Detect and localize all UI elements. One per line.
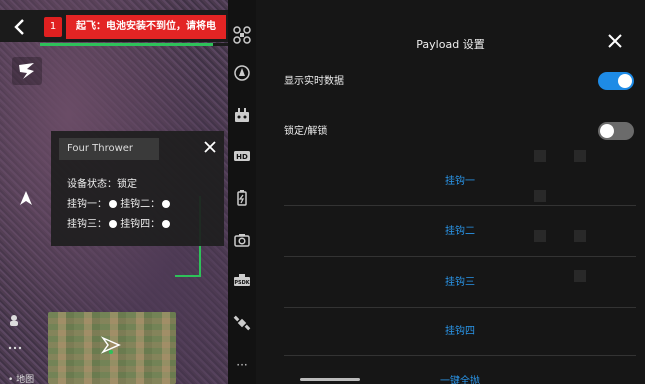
payload-title: Payload 设置 xyxy=(416,38,485,51)
lock-toggle[interactable] xyxy=(598,122,634,140)
show-realtime-label: 显示实时数据 xyxy=(284,76,344,87)
camera-icon[interactable] xyxy=(233,231,251,249)
hook2-button[interactable]: 挂钩二 xyxy=(284,212,636,252)
hook4-label: 挂钩四： xyxy=(120,219,161,230)
logo-icon xyxy=(12,57,42,85)
payload-icon[interactable] xyxy=(233,106,251,124)
toggle-knob xyxy=(600,124,614,138)
satellite-icon[interactable] xyxy=(233,314,251,332)
person-indicator xyxy=(8,314,22,344)
more-icon[interactable]: ··· xyxy=(233,356,251,374)
close-icon[interactable] xyxy=(606,32,624,50)
show-realtime-toggle[interactable] xyxy=(598,72,634,90)
warning-count-badge[interactable]: 1 xyxy=(44,17,62,37)
hook3-button[interactable]: 挂钩三 xyxy=(284,263,636,303)
drone-icon[interactable] xyxy=(233,26,251,44)
dots-icon xyxy=(8,346,22,350)
thrower-title: Four Thrower xyxy=(59,138,159,160)
guide-line xyxy=(175,275,201,277)
hook4-button[interactable]: 挂钩四 xyxy=(284,312,636,352)
person-icon xyxy=(10,315,18,326)
hook4-status-dot xyxy=(162,220,171,228)
payload-settings-panel: Payload 设置 显示实时数据 锁定/解锁 挂钩一 挂钩二 挂钩三 挂钩四 … xyxy=(256,0,645,384)
warning-progress-fill xyxy=(40,43,213,46)
hook-status-row: 挂钩三： 挂钩四： xyxy=(67,215,171,235)
device-status: 设备状态：锁定 xyxy=(67,179,137,190)
tool-strip: HD PSDK ··· xyxy=(228,0,256,384)
hook3-label: 挂钩三： xyxy=(67,219,107,230)
hook2-label: 挂钩二： xyxy=(120,199,161,210)
hook3-status-dot xyxy=(109,220,117,228)
divider xyxy=(284,205,636,206)
thrower-status: 设备状态：锁定 挂钩一： 挂钩二： 挂钩三： 挂钩四： xyxy=(67,175,171,235)
chevron-left-icon xyxy=(14,19,24,35)
hook-status-row: 挂钩一： 挂钩二： xyxy=(67,195,171,215)
camera-view: 1 起飞：电池安装不到位，请将电 Four Thrower 设备状态：锁定 挂钩… xyxy=(0,0,228,384)
map-label[interactable]: • 地图 xyxy=(8,372,34,384)
hook1-button[interactable]: 挂钩一 xyxy=(284,162,636,202)
divider xyxy=(284,256,636,257)
hook1-status-dot xyxy=(109,200,117,208)
svg-text:HD: HD xyxy=(236,153,248,161)
back-button[interactable] xyxy=(6,14,32,40)
home-indicator[interactable] xyxy=(300,378,360,381)
close-icon[interactable] xyxy=(202,139,218,155)
svg-text:PSDK: PSDK xyxy=(234,280,250,286)
hook2-status-dot xyxy=(162,200,171,208)
dots-indicator xyxy=(8,344,22,374)
lock-label: 锁定/解锁 xyxy=(284,126,328,137)
warning-progress xyxy=(40,43,228,46)
lock-row: 锁定/解锁 xyxy=(284,110,636,150)
hd-icon[interactable]: HD xyxy=(233,147,251,165)
thrower-panel: Four Thrower 设备状态：锁定 挂钩一： 挂钩二： 挂钩三： 挂钩四： xyxy=(51,131,224,246)
toggle-knob xyxy=(618,74,632,88)
show-realtime-row: 显示实时数据 xyxy=(284,60,636,100)
divider xyxy=(284,307,636,308)
dot-icon: • xyxy=(8,375,17,384)
drone-position-icon xyxy=(100,336,121,354)
minimap[interactable] xyxy=(48,312,176,384)
gimbal-mode-icon[interactable] xyxy=(233,64,251,82)
navigation-arrow-icon xyxy=(20,191,32,205)
hook1-label: 挂钩一： xyxy=(67,199,107,210)
side-indicators xyxy=(8,314,22,374)
divider xyxy=(284,355,636,356)
psdk-icon[interactable]: PSDK xyxy=(233,272,251,290)
battery-icon[interactable] xyxy=(233,189,251,207)
warning-banner[interactable]: 起飞：电池安装不到位，请将电 xyxy=(66,15,226,39)
